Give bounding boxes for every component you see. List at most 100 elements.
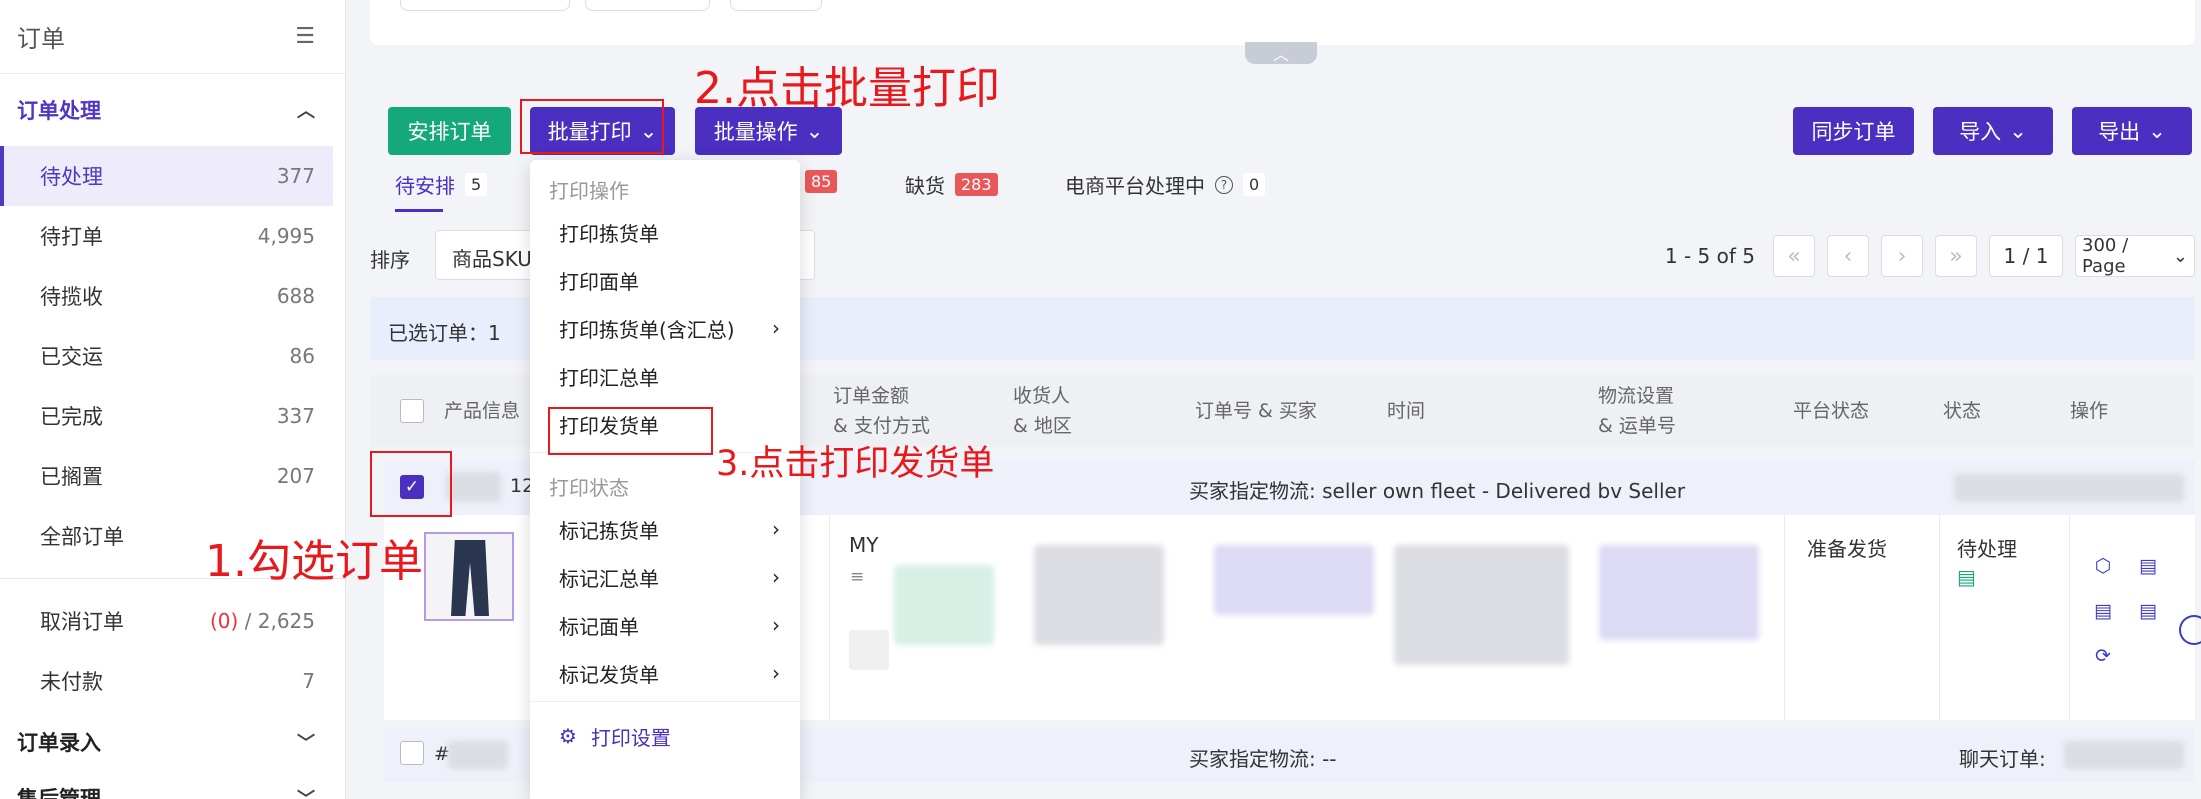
button-label: 导出 (2098, 120, 2141, 144)
highlight-batch-print (520, 99, 664, 154)
tab-label: 缺货 (905, 174, 945, 198)
tab-to-arrange[interactable]: 待安排 5 (395, 170, 488, 199)
active-indicator (0, 146, 4, 206)
dropdown-group-label: 打印操作 (549, 179, 629, 203)
sidebar-item-to-pickup[interactable]: 待揽收 688 (0, 266, 345, 326)
package-icon[interactable]: ⬡ (2092, 555, 2114, 577)
import-button[interactable]: 导入 ⌄ (1933, 107, 2053, 155)
sidebar-item-cancelled[interactable]: 取消订单 (0) / 2,625 (0, 591, 345, 651)
active-tab-underline (395, 209, 443, 212)
refresh-icon[interactable]: ⟳ (2092, 645, 2114, 667)
cancelled-count: (0) (209, 609, 239, 633)
app: 订单 ☰ 订单处理 ︿ 待处理 377 待打单 4,995 待揽收 688 已交… (0, 0, 2201, 799)
collapse-menu-icon[interactable]: ☰ (295, 24, 315, 49)
sidebar-item-pending[interactable]: 待处理 377 (0, 146, 333, 206)
sidebar-item-to-print[interactable]: 待打单 4,995 (0, 206, 345, 266)
col-label: 订单号 & 买家 (1195, 400, 1317, 422)
blurred-info (1954, 474, 2184, 502)
sidebar-item-completed[interactable]: 已完成 337 (0, 386, 345, 446)
menu-item-label: 打印汇总单 (559, 365, 659, 390)
menu-item-label: 标记汇总单 (559, 566, 659, 591)
column-divider (2069, 515, 2070, 720)
buyer-logistics: 买家指定物流: seller own fleet - Delivered bv … (1189, 479, 1686, 503)
page-size-select[interactable]: 300 / Page ⌄ (2075, 235, 2195, 277)
annotation-step3: 3.点击打印发货单 (716, 444, 995, 484)
tab-label: 待安排 (395, 174, 455, 198)
invoice-icon[interactable]: ▤ (2092, 600, 2114, 622)
next-page-icon[interactable]: › (1881, 235, 1923, 277)
chevron-right-icon: › (772, 613, 780, 637)
sidebar-item-count: 377 (276, 164, 315, 188)
sidebar-item-label: 已交运 (40, 345, 103, 369)
export-button[interactable]: 导出 ⌄ (2072, 107, 2192, 155)
tab-hidden[interactable]: 85 (805, 170, 838, 193)
chevron-down-icon: ⌄ (805, 119, 824, 143)
selected-count: 已选订单：1 (388, 321, 501, 345)
menu-item-mark-summary[interactable]: 标记汇总单 › (530, 553, 800, 601)
document-icon[interactable]: ▤ (2137, 555, 2159, 577)
arrange-order-button[interactable]: 安排订单 (388, 107, 511, 155)
sidebar: 订单 ☰ 订单处理 ︿ 待处理 377 待打单 4,995 待揽收 688 已交… (0, 0, 346, 799)
menu-item-print-picking-list[interactable]: 打印拣货单 (530, 208, 800, 256)
button-label: 批量操作 (713, 120, 798, 144)
menu-item-print-summary[interactable]: 打印汇总单 (530, 352, 800, 400)
sidebar-item-shipped[interactable]: 已交运 86 (0, 326, 345, 386)
sidebar-item-unpaid[interactable]: 未付款 7 (0, 651, 345, 711)
last-page-icon[interactable]: » (1935, 235, 1977, 277)
help-icon[interactable]: ? (1215, 175, 1233, 194)
sidebar-item-label: 全部订单 (40, 525, 124, 549)
collapse-filter-button[interactable]: ︿ (1245, 42, 1317, 64)
sidebar-item-label: 待打单 (40, 225, 103, 249)
menu-item-print-label[interactable]: 打印面单 (530, 256, 800, 304)
tab-platform-processing[interactable]: 电商平台处理中 ? 0 (1065, 170, 1266, 199)
product-jeans-shape (451, 540, 489, 616)
sync-orders-button[interactable]: 同步订单 (1793, 107, 1914, 155)
section-order-processing[interactable]: 订单处理 ︿ (0, 74, 345, 146)
sidebar-item-count: 688 (276, 284, 315, 308)
blurred-order-number (1214, 545, 1374, 615)
col-time: 时间 (1387, 375, 1425, 447)
menu-item-label: 打印面单 (559, 269, 639, 294)
prev-page-icon[interactable]: ‹ (1827, 235, 1869, 277)
menu-item-mark-delivery-note[interactable]: 标记发货单 › (530, 649, 800, 697)
order-checkbox[interactable] (400, 741, 424, 765)
menu-item-print-picking-summary[interactable]: 打印拣货单(含汇总) › (530, 304, 800, 352)
highlight-print-delivery-note (548, 407, 713, 455)
col-order-number: 订单号 & 买家 (1195, 375, 1317, 447)
product-image (424, 532, 514, 621)
col-platform-status: 平台状态 (1793, 375, 1869, 447)
chevron-down-icon: ﹀ (297, 785, 315, 799)
sidebar-item-label: 取消订单 (40, 610, 124, 634)
col-label: 状态 (1943, 400, 1982, 422)
first-page-icon[interactable]: « (1773, 235, 1815, 277)
section-order-entry[interactable]: 订单录入 ﹀ (0, 711, 345, 773)
page-input[interactable]: 1 / 1 (1989, 235, 2063, 277)
menu-item-mark-picking-list[interactable]: 标记拣货单 › (530, 505, 800, 553)
button-label: 安排订单 (407, 120, 492, 144)
col-logistics: 物流设置 & 运单号 (1598, 375, 1676, 447)
note-icon[interactable]: ▤ (1957, 565, 1976, 589)
blurred-payment (894, 565, 994, 645)
chat-bubble-icon[interactable] (2179, 615, 2201, 645)
chevron-down-icon: ⌄ (2148, 119, 2166, 143)
highlight-checkbox (370, 451, 452, 517)
tab-out-of-stock[interactable]: 缺货 283 (905, 170, 998, 199)
sidebar-item-label: 已完成 (40, 405, 103, 429)
annotation-step1: 1.勾选订单 (205, 536, 423, 587)
sidebar-item-count: 7 (302, 669, 315, 693)
section-label: 订单处理 (17, 99, 101, 123)
select-all-checkbox[interactable] (400, 399, 424, 423)
section-label: 售后管理 (17, 787, 101, 799)
menu-item-print-settings[interactable]: ⚙ 打印设置 (530, 712, 800, 760)
tab-count: 5 (465, 173, 488, 196)
filter-field[interactable] (730, 0, 822, 11)
sidebar-item-label: 未付款 (40, 670, 103, 694)
sidebar-item-on-hold[interactable]: 已搁置 207 (0, 446, 345, 506)
pagination: 1 - 5 of 5 « ‹ › » 1 / 1 300 / Page ⌄ (1665, 234, 2195, 278)
filter-field[interactable] (400, 0, 570, 11)
menu-item-label: 标记发货单 (559, 662, 659, 687)
menu-item-mark-label[interactable]: 标记面单 › (530, 601, 800, 649)
edit-document-icon[interactable]: ▤ (2137, 600, 2159, 622)
section-after-sales[interactable]: 售后管理 ﹀ (0, 773, 345, 799)
filter-field[interactable] (585, 0, 710, 11)
